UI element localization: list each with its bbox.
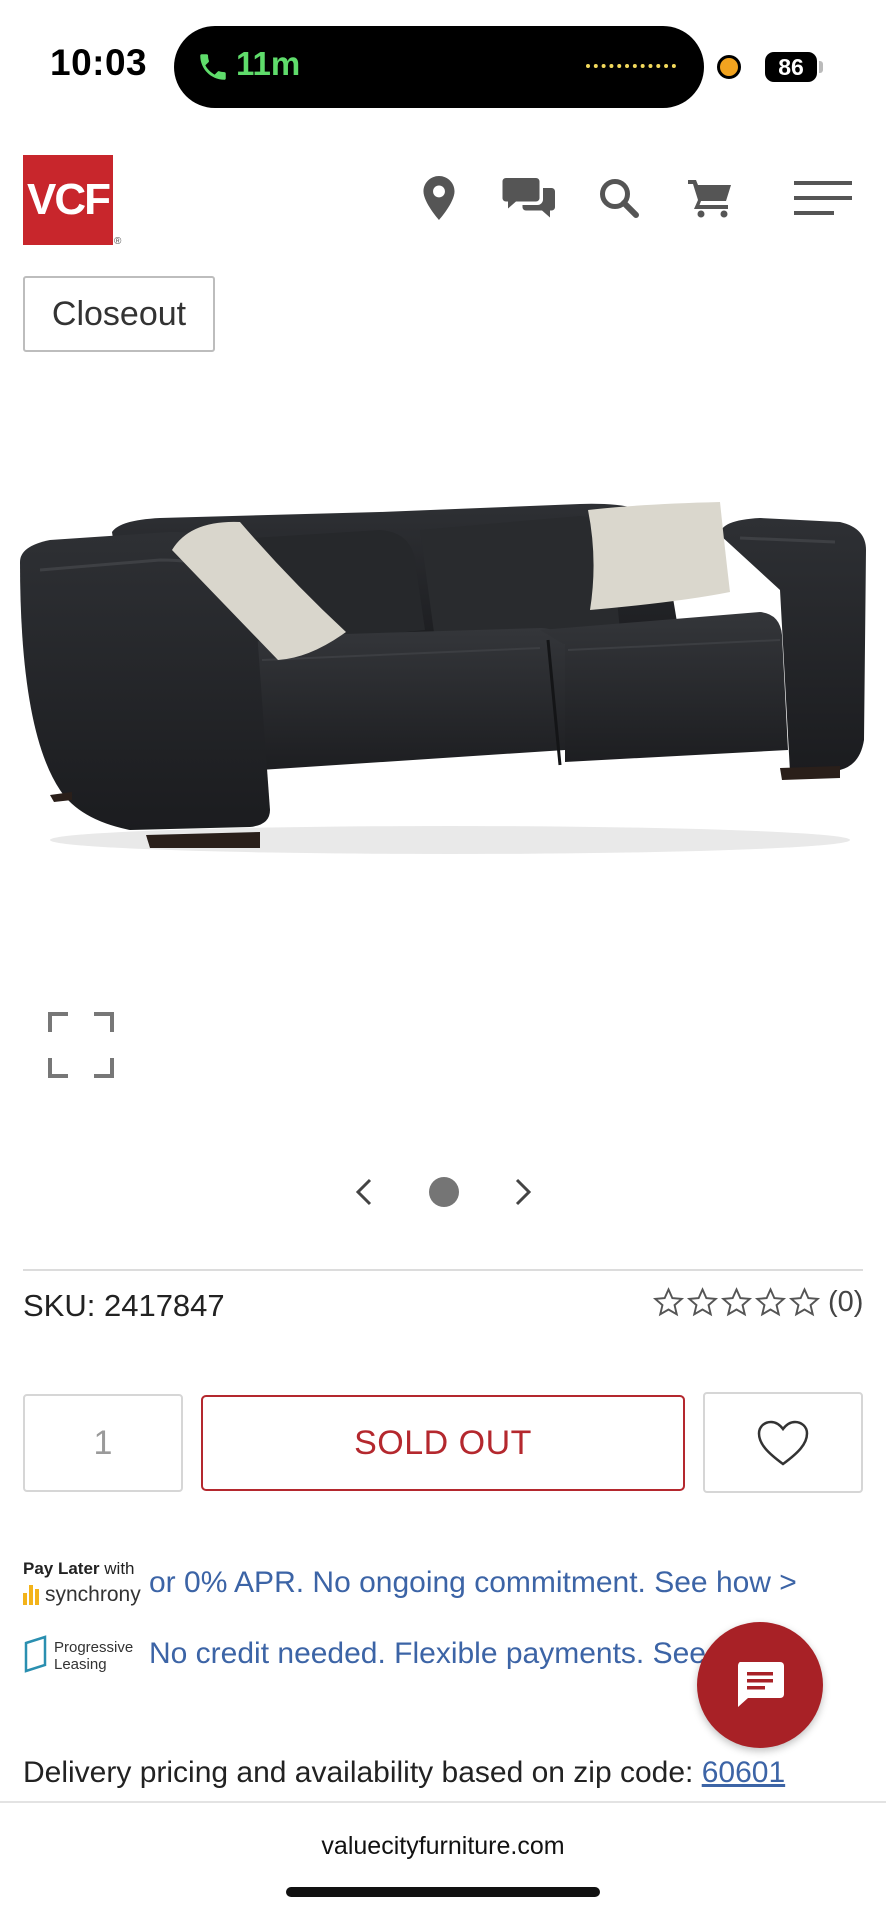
rating-stars[interactable]: (0)	[652, 1286, 863, 1319]
cart-icon[interactable]	[686, 173, 736, 223]
closeout-badge: Closeout	[23, 276, 215, 352]
star-empty-icon	[754, 1287, 787, 1317]
location-pin-icon[interactable]	[418, 173, 460, 223]
call-duration: 11m	[236, 45, 301, 82]
pay-later-with: with	[104, 1559, 135, 1578]
delivery-text: Delivery pricing and availability based …	[23, 1756, 694, 1789]
heart-icon	[757, 1420, 809, 1466]
pay-later-title: Pay Later	[23, 1559, 100, 1578]
synchrony-bars-icon	[23, 1585, 41, 1605]
dynamic-island[interactable]: 11m	[174, 26, 704, 108]
fullscreen-expand-icon[interactable]	[48, 1012, 114, 1078]
star-empty-icon	[686, 1287, 719, 1317]
carousel-prev-icon[interactable]	[350, 1176, 380, 1208]
carousel-next-icon[interactable]	[507, 1176, 537, 1208]
zip-code-link[interactable]: 60601	[702, 1756, 785, 1789]
status-time: 10:03	[50, 42, 148, 83]
browser-url[interactable]: valuecityfurniture.com	[0, 1832, 886, 1861]
logo-registered-mark: ®	[114, 236, 122, 247]
review-count[interactable]: (0)	[828, 1286, 863, 1319]
synchrony-financing-link[interactable]: or 0% APR. No ongoing commitment. See ho…	[149, 1566, 797, 1600]
wishlist-button[interactable]	[703, 1392, 863, 1493]
battery-tip-icon	[819, 61, 823, 73]
vcf-logo[interactable]: VCF	[23, 155, 113, 245]
battery-level: 86	[765, 52, 817, 82]
synchrony-brand: synchrony	[45, 1583, 141, 1606]
progressive-leasing-logo: Progressive Leasing	[23, 1635, 133, 1677]
home-indicator[interactable]	[286, 1887, 600, 1897]
synchrony-logo: Pay Later with synchrony	[23, 1559, 143, 1607]
progressive-leasing-icon	[24, 1635, 47, 1673]
search-icon[interactable]	[596, 173, 642, 223]
progressive-brand-line1: Progressive	[54, 1639, 134, 1656]
delivery-info: Delivery pricing and availability based …	[23, 1756, 785, 1790]
quantity-field[interactable]: 1	[23, 1394, 183, 1492]
live-chat-button[interactable]	[697, 1622, 823, 1748]
progressive-brand-line2: Leasing	[54, 1656, 107, 1673]
chat-message-icon	[738, 1662, 784, 1707]
phone-icon	[200, 54, 226, 80]
hamburger-menu-icon[interactable]	[794, 173, 852, 223]
product-sku: SKU: 2417847	[23, 1288, 225, 1323]
audio-waveform-icon	[586, 64, 676, 70]
chat-bubbles-icon[interactable]	[501, 173, 557, 223]
section-divider	[23, 1269, 863, 1271]
recording-indicator-icon	[717, 55, 741, 79]
carousel-dot-active[interactable]	[429, 1177, 459, 1207]
product-image-sofa[interactable]	[20, 480, 866, 880]
star-empty-icon	[652, 1287, 685, 1317]
sold-out-button[interactable]: SOLD OUT	[201, 1395, 685, 1491]
star-empty-icon	[720, 1287, 753, 1317]
browser-bar-divider	[0, 1801, 886, 1803]
star-empty-icon	[788, 1287, 821, 1317]
